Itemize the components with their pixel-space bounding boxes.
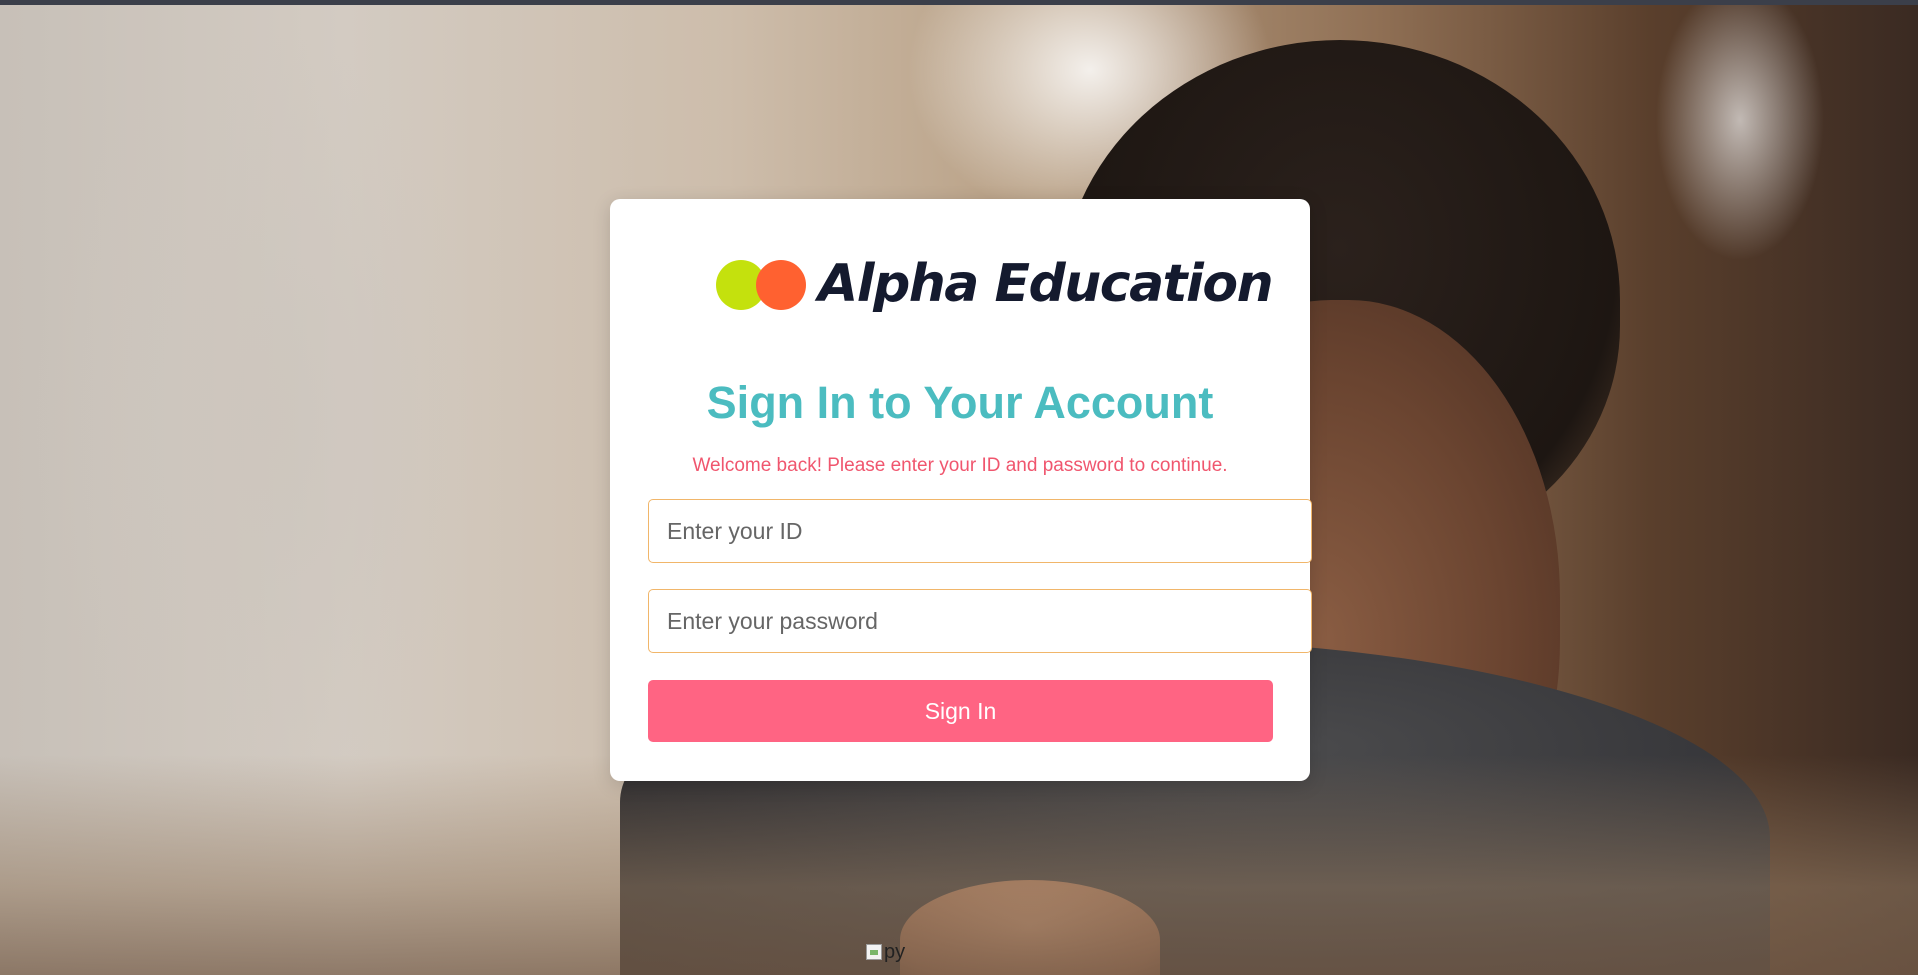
footer-image-alt-text: py xyxy=(884,940,906,963)
brand-name: Alpha Education xyxy=(818,254,1274,314)
welcome-message: Welcome back! Please enter your ID and p… xyxy=(692,455,1228,476)
login-card: Alpha Education Sign In to Your Account … xyxy=(610,199,1312,781)
footer-image: py xyxy=(866,940,905,964)
top-strip xyxy=(0,0,1918,5)
brand-logo: Alpha Education xyxy=(716,249,1274,319)
logo-circles-icon xyxy=(716,257,808,311)
password-input[interactable] xyxy=(648,589,1312,653)
page-title: Sign In to Your Account xyxy=(706,377,1214,428)
background-shade xyxy=(0,755,1918,975)
broken-image-icon xyxy=(866,944,882,960)
login-page: Alpha Education Sign In to Your Account … xyxy=(0,0,1918,975)
logo-orange-circle xyxy=(756,260,806,310)
sign-in-button[interactable]: Sign In xyxy=(648,680,1273,742)
id-input[interactable] xyxy=(648,499,1312,563)
